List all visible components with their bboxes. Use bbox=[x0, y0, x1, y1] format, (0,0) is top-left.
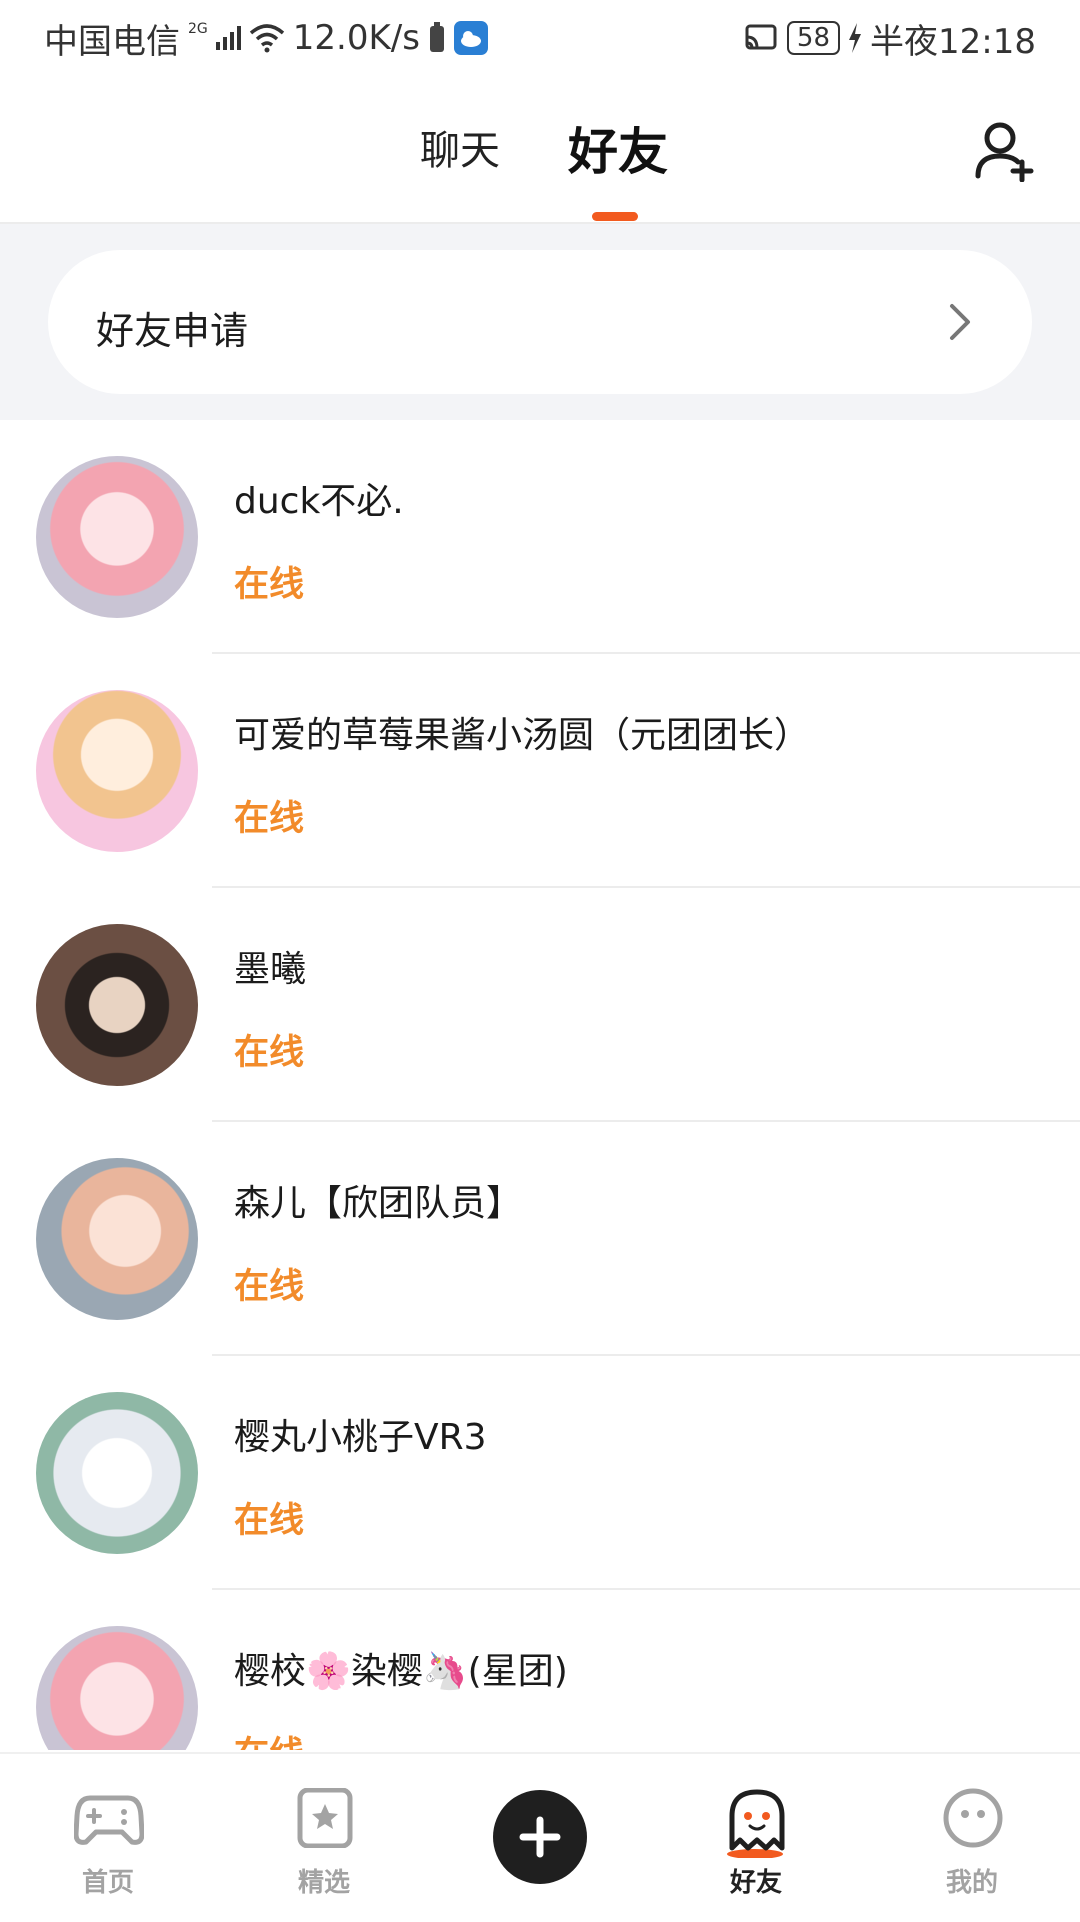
friend-status: 在线 bbox=[234, 1033, 305, 1073]
friend-list-item[interactable]: 森儿【欣团队员】 在线 bbox=[0, 1122, 1080, 1356]
status-right: 58 半夜12:18 bbox=[743, 12, 1036, 64]
friend-name: 樱丸小桃子VR3 bbox=[234, 1417, 487, 1458]
nav-friends[interactable]: 好友 bbox=[676, 1754, 836, 1922]
friend-name: duck不必. bbox=[234, 481, 404, 522]
nav-home[interactable]: 首页 bbox=[28, 1754, 188, 1922]
carrier-name: 中国电信 bbox=[44, 21, 180, 62]
friend-name: 可爱的草莓果酱小汤圆（元团团长） bbox=[234, 715, 811, 756]
friend-status: 在线 bbox=[234, 1726, 304, 1750]
top-header: 聊天 好友 bbox=[0, 76, 1080, 224]
nav-friends-label: 好友 bbox=[729, 1868, 782, 1898]
friend-list-item[interactable]: 墨曦 在线 bbox=[0, 888, 1080, 1122]
active-tab-indicator bbox=[592, 212, 638, 221]
friend-request-label: 好友申请 bbox=[96, 309, 249, 353]
friend-name: 樱校🌸染樱🦄(星团) bbox=[234, 1651, 568, 1692]
friend-status: 在线 bbox=[234, 799, 305, 839]
friend-list-item[interactable]: 樱丸小桃子VR3 在线 bbox=[0, 1356, 1080, 1590]
star-bookmark-icon bbox=[297, 1788, 353, 1848]
signal-icon bbox=[215, 26, 241, 50]
friend-avatar[interactable] bbox=[36, 1392, 198, 1554]
friend-list-item[interactable]: 樱校🌸染樱🦄(星团) 在线 bbox=[0, 1590, 1080, 1750]
nav-me[interactable]: 我的 bbox=[892, 1754, 1052, 1922]
friend-request-section: 好友申请 bbox=[0, 224, 1080, 420]
status-left: 中国电信 2G 12.0K/s bbox=[44, 12, 488, 64]
friend-list-item[interactable]: 可爱的草莓果酱小汤圆（元团团长） 在线 bbox=[0, 654, 1080, 888]
friend-list: duck不必. 在线 可爱的草莓果酱小汤圆（元团团长） 在线 墨曦 在线 森儿【… bbox=[0, 420, 1080, 1750]
friend-status: 在线 bbox=[234, 1501, 305, 1541]
friend-avatar[interactable] bbox=[36, 1158, 198, 1320]
clock: 半夜12:18 bbox=[870, 21, 1036, 62]
nav-home-label: 首页 bbox=[81, 1868, 134, 1898]
nav-me-label: 我的 bbox=[945, 1868, 998, 1898]
battery-level: 58 bbox=[786, 21, 841, 55]
gamepad-icon bbox=[74, 1795, 144, 1845]
charging-icon bbox=[849, 23, 862, 53]
friend-request-button[interactable]: 好友申请 bbox=[48, 250, 1032, 394]
status-bar: 中国电信 2G 12.0K/s 58 半夜12:18 bbox=[0, 0, 1080, 76]
friend-name: 森儿【欣团队员】 bbox=[234, 1183, 523, 1224]
chevron-right-icon bbox=[950, 304, 970, 340]
face-icon bbox=[943, 1788, 1003, 1848]
ghost-icon bbox=[727, 1789, 785, 1858]
friend-status: 在线 bbox=[234, 1267, 305, 1307]
friend-avatar[interactable] bbox=[36, 1626, 198, 1750]
plus-icon bbox=[519, 1816, 561, 1858]
friend-avatar[interactable] bbox=[36, 924, 198, 1086]
friend-list-item[interactable]: duck不必. 在线 bbox=[0, 420, 1080, 654]
network-speed: 12.0K/s bbox=[292, 18, 420, 58]
wifi-icon bbox=[249, 24, 284, 53]
create-button[interactable] bbox=[493, 1790, 587, 1884]
tab-friends[interactable]: 好友 bbox=[568, 112, 668, 184]
network-type: 2G bbox=[188, 21, 208, 37]
friend-avatar[interactable] bbox=[36, 690, 198, 852]
bottom-nav: 首页 精选 好友 我的 bbox=[0, 1752, 1080, 1922]
friend-name: 墨曦 bbox=[234, 949, 307, 990]
nav-featured[interactable]: 精选 bbox=[244, 1754, 404, 1922]
friend-status: 在线 bbox=[234, 565, 305, 605]
nav-featured-label: 精选 bbox=[297, 1868, 350, 1898]
battery-saver-icon bbox=[429, 22, 444, 52]
weather-app-icon bbox=[453, 21, 488, 55]
friend-avatar[interactable] bbox=[36, 456, 198, 618]
add-friend-icon[interactable] bbox=[974, 120, 1036, 182]
tab-chat[interactable]: 聊天 bbox=[420, 118, 500, 176]
cast-icon bbox=[745, 24, 777, 50]
